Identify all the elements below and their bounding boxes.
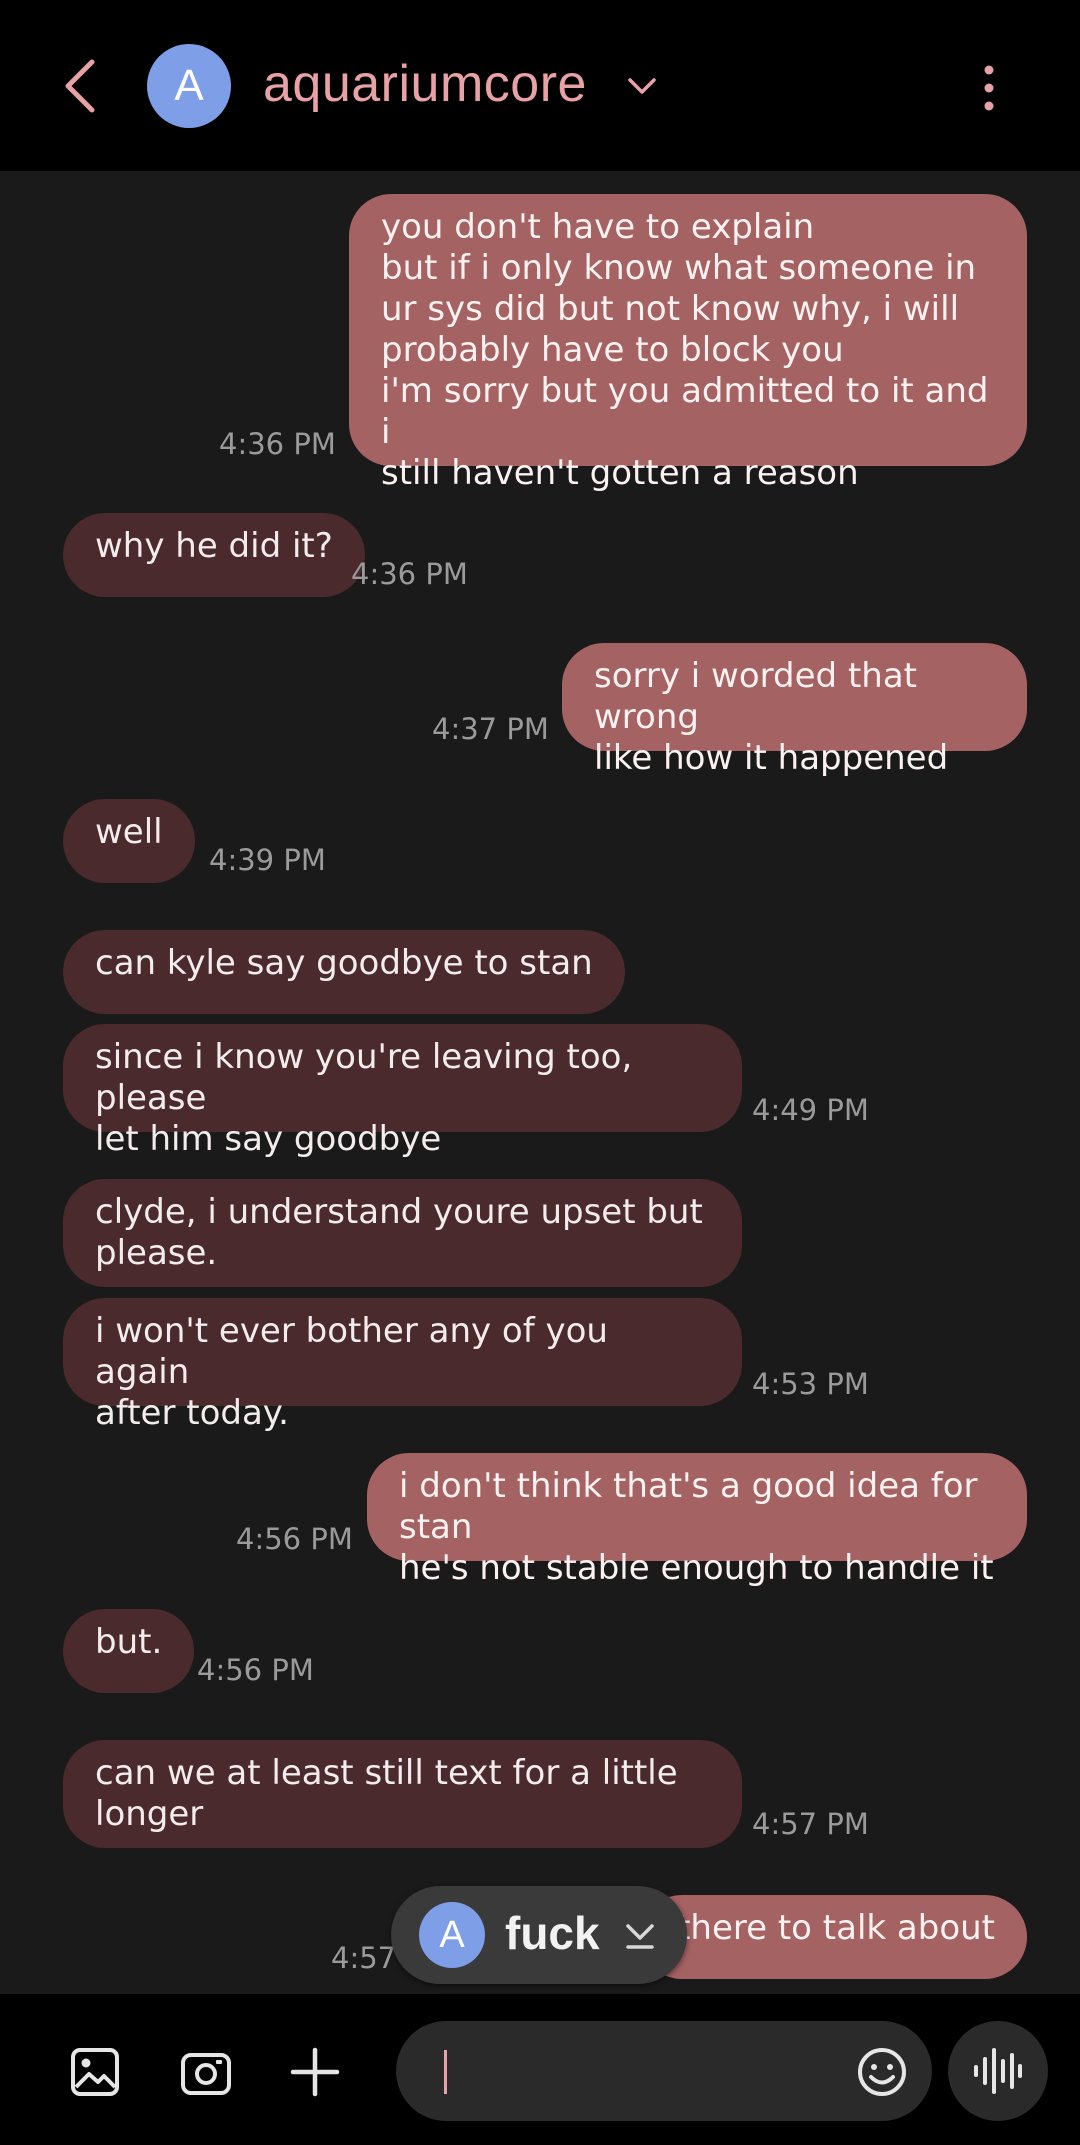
contact-name[interactable]: aquariumcore	[263, 54, 587, 114]
sender-name: fuck	[505, 1907, 600, 1959]
more-vert-icon[interactable]	[974, 64, 1004, 112]
message-input[interactable]	[396, 2021, 932, 2121]
message-time: 4:56 PM	[197, 1653, 314, 1687]
text-cursor	[444, 2050, 447, 2094]
contact-avatar[interactable]: A	[147, 44, 231, 128]
message-bubble[interactable]: sorry i worded that wrong like how it ha…	[562, 643, 1027, 778]
message-time: 4:56 PM	[236, 1522, 353, 1556]
message-bubble[interactable]: you don't have to explain but if i only …	[349, 194, 1027, 493]
message-time: 4:36 PM	[219, 427, 336, 461]
message-time: 4:57 PM	[752, 1807, 869, 1841]
message-bubble[interactable]: why he did it?	[63, 513, 365, 597]
message-bubble[interactable]: there to talk about	[640, 1895, 1027, 1979]
message-time: 4:49 PM	[752, 1093, 869, 1127]
sender-avatar: A	[419, 1902, 485, 1968]
message-time: 4:36 PM	[351, 557, 468, 591]
message-bubble[interactable]: i won't ever bother any of you again aft…	[63, 1298, 742, 1433]
message-bubble[interactable]: i don't think that's a good idea for sta…	[367, 1453, 1027, 1588]
message-time: 4:57	[331, 1941, 397, 1975]
message-bubble[interactable]: since i know you're leaving too, please …	[63, 1024, 742, 1159]
conversation-header: A aquariumcore	[0, 0, 1080, 171]
plus-icon[interactable]	[290, 2047, 340, 2097]
gallery-icon[interactable]	[70, 2047, 120, 2097]
message-thread[interactable]: you don't have to explain but if i only …	[0, 171, 1080, 1994]
emoji-icon[interactable]	[856, 2046, 908, 2098]
message-time: 4:53 PM	[752, 1367, 869, 1401]
camera-icon[interactable]	[180, 2047, 232, 2097]
message-time: 4:39 PM	[209, 843, 326, 877]
message-bubble[interactable]: can kyle say goodbye to stan	[63, 930, 625, 1014]
message-time: 4:37 PM	[432, 712, 549, 746]
sender-chip[interactable]: A fuck	[391, 1886, 687, 1984]
chevron-down-icon[interactable]	[626, 72, 658, 100]
message-bubble[interactable]: clyde, i understand youre upset but plea…	[63, 1179, 742, 1287]
back-arrow-icon[interactable]	[62, 58, 102, 114]
voice-wave-icon	[974, 2048, 1022, 2094]
message-bubble[interactable]: but.	[63, 1609, 195, 1693]
chevron-down-icon[interactable]	[623, 1920, 657, 1952]
message-bubble[interactable]: can we at least still text for a little …	[63, 1740, 742, 1848]
voice-button[interactable]	[948, 2021, 1048, 2121]
message-bubble[interactable]: well	[63, 799, 195, 883]
